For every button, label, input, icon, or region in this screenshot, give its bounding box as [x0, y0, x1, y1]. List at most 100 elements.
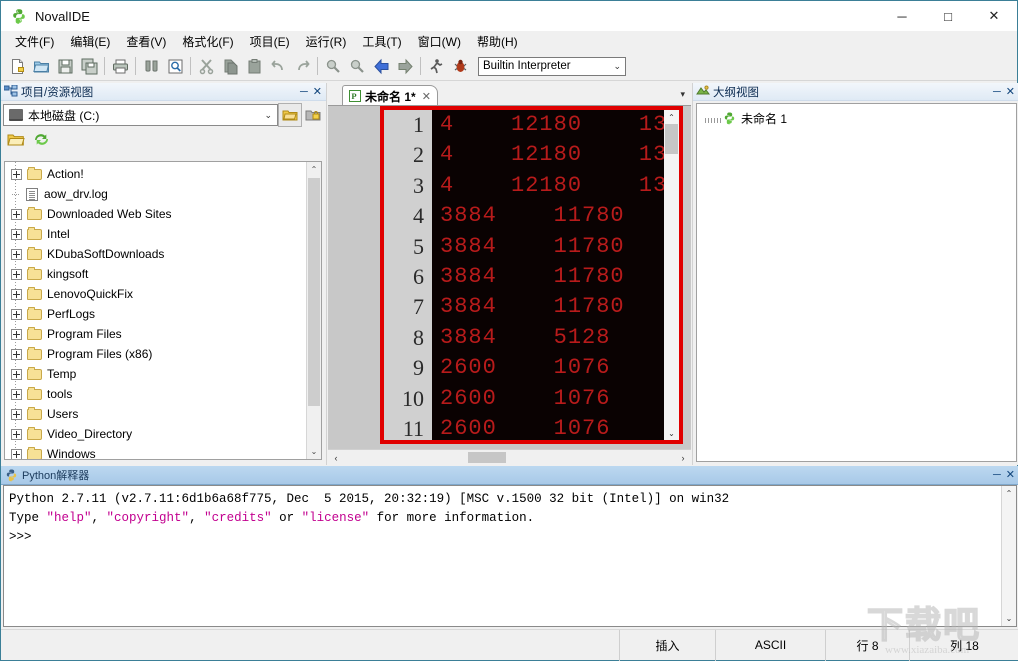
scroll-right-icon[interactable]: › — [675, 450, 691, 465]
expand-plus-icon[interactable] — [11, 288, 22, 300]
save-icon[interactable] — [53, 54, 77, 78]
paste-icon[interactable] — [242, 54, 266, 78]
interpreter-select[interactable]: Builtin Interpreter ⌄ — [478, 56, 626, 76]
redo-icon[interactable] — [290, 54, 314, 78]
outline-item-label: 未命名 1 — [741, 111, 788, 126]
find-icon[interactable] — [139, 54, 163, 78]
outline-item-untitled-1[interactable]: 未命名 1 — [697, 108, 1016, 128]
tree-item-temp[interactable]: Temp — [5, 364, 321, 384]
expand-plus-icon[interactable] — [11, 388, 22, 400]
tree-item-lenovoquickfix[interactable]: LenovoQuickFix — [5, 284, 321, 304]
expand-plus-icon[interactable] — [11, 448, 22, 459]
tree-item-kingsoft[interactable]: kingsoft — [5, 264, 321, 284]
drive-select[interactable]: 本地磁盘 (C:) ⌄ — [3, 104, 278, 126]
scroll-down-icon[interactable]: ⌄ — [1002, 611, 1016, 626]
close-button[interactable]: ✕ — [971, 1, 1017, 31]
panel-minimize-button[interactable]: ─ — [300, 86, 308, 97]
tree-vertical-scrollbar[interactable]: ⌃ ⌄ — [306, 162, 321, 459]
panel-close-button[interactable]: ✕ — [1006, 86, 1015, 97]
menu-view[interactable]: 查看(V) — [118, 31, 174, 52]
expand-plus-icon[interactable] — [11, 168, 22, 180]
tree-item-tools[interactable]: tools — [5, 384, 321, 404]
run-icon[interactable] — [424, 54, 448, 78]
console-string: "copyright" — [106, 511, 190, 525]
new-file-icon[interactable] — [5, 54, 29, 78]
tree-item-users[interactable]: Users — [5, 404, 321, 424]
scroll-left-icon[interactable]: ‹ — [328, 450, 344, 465]
file-tree[interactable]: Action! aow_drv.log Downloaded Web Sites — [4, 161, 322, 460]
editor-tab-untitled-1[interactable]: P 未命名 1* ✕ — [342, 85, 438, 106]
tree-item-aow-drv-log[interactable]: aow_drv.log — [5, 184, 321, 204]
menu-window[interactable]: 窗口(W) — [410, 31, 469, 52]
expand-plus-icon[interactable] — [11, 308, 22, 320]
console-output[interactable]: Python 2.7.11 (v2.7.11:6d1b6a68f775, Dec… — [3, 485, 1017, 627]
console-prompt[interactable]: >>> — [4, 528, 1016, 547]
copy-icon[interactable] — [218, 54, 242, 78]
menu-run[interactable]: 运行(R) — [298, 31, 355, 52]
maximize-button[interactable]: □ — [925, 1, 971, 31]
tree-item-video-directory[interactable]: Video_Directory — [5, 424, 321, 444]
minimize-button[interactable]: ─ — [879, 1, 925, 31]
menu-edit[interactable]: 编辑(E) — [62, 31, 118, 52]
menu-tools[interactable]: 工具(T) — [354, 31, 409, 52]
console-string: "license" — [301, 511, 370, 525]
menu-format[interactable]: 格式化(F) — [174, 31, 241, 52]
open-folder-icon[interactable] — [29, 54, 53, 78]
scrollbar-thumb[interactable] — [308, 178, 320, 406]
python-snake-icon — [723, 111, 736, 125]
cut-icon[interactable] — [194, 54, 218, 78]
menu-file[interactable]: 文件(F) — [7, 31, 62, 52]
status-encoding: ASCII — [715, 629, 825, 661]
expand-plus-icon[interactable] — [11, 208, 22, 220]
panel-minimize-button[interactable]: ─ — [993, 470, 1001, 481]
scroll-up-icon[interactable]: ⌃ — [1002, 486, 1016, 501]
debug-bug-icon[interactable] — [448, 54, 472, 78]
tree-item-kdubasoftdownloads[interactable]: KDubaSoftDownloads — [5, 244, 321, 264]
tree-item-program-files[interactable]: Program Files — [5, 324, 321, 344]
forward-arrow-icon[interactable] — [393, 54, 417, 78]
tree-item-downloaded-web-sites[interactable]: Downloaded Web Sites — [5, 204, 321, 224]
folder-lock-icon[interactable] — [302, 104, 324, 126]
console-vertical-scrollbar[interactable]: ⌃ ⌄ — [1001, 486, 1016, 626]
back-arrow-icon[interactable] — [369, 54, 393, 78]
expand-plus-icon[interactable] — [11, 328, 22, 340]
scroll-up-icon[interactable]: ⌃ — [307, 162, 321, 177]
expand-plus-icon[interactable] — [11, 228, 22, 240]
panel-close-button[interactable]: ✕ — [313, 86, 322, 97]
tree-item-program-files-x86[interactable]: Program Files (x86) — [5, 344, 321, 364]
panel-minimize-button[interactable]: ─ — [993, 86, 1001, 97]
scroll-down-icon[interactable]: ⌄ — [307, 444, 321, 459]
close-icon[interactable]: ✕ — [422, 90, 431, 103]
expand-plus-icon[interactable] — [11, 408, 22, 420]
folder-yellow-icon[interactable] — [278, 103, 302, 127]
expand-plus-icon[interactable] — [11, 368, 22, 380]
expand-plus-icon[interactable] — [11, 348, 22, 360]
tree-item-intel[interactable]: Intel — [5, 224, 321, 244]
scrollbar-thumb[interactable] — [468, 452, 506, 463]
console-title: Python解释器 — [22, 470, 90, 482]
menu-help[interactable]: 帮助(H) — [469, 31, 526, 52]
refresh-icon[interactable] — [33, 132, 50, 150]
open-folder-icon[interactable] — [7, 132, 25, 150]
zoom-out-icon[interactable] — [321, 54, 345, 78]
tree-item-label: kingsoft — [47, 267, 89, 281]
menu-project[interactable]: 项目(E) — [242, 31, 298, 52]
zoom-in-icon[interactable] — [345, 54, 369, 78]
expand-plus-icon[interactable] — [11, 268, 22, 280]
print-icon[interactable] — [108, 54, 132, 78]
console-text: or — [271, 511, 302, 525]
tree-item-label: Temp — [47, 367, 77, 381]
expand-plus-icon[interactable] — [11, 428, 22, 440]
save-all-icon[interactable] — [77, 54, 101, 78]
undo-icon[interactable] — [266, 54, 290, 78]
editor-horizontal-scrollbar[interactable]: ‹ › — [328, 449, 691, 465]
panel-close-button[interactable]: ✕ — [1006, 470, 1015, 481]
tree-item-windows[interactable]: Windows — [5, 444, 321, 459]
tab-list-menu-icon[interactable]: ▾ — [680, 89, 685, 100]
find-replace-icon[interactable] — [163, 54, 187, 78]
outline-tree[interactable]: 未命名 1 — [696, 103, 1017, 462]
expand-plus-icon[interactable] — [11, 248, 22, 260]
tree-item-action[interactable]: Action! — [5, 164, 321, 184]
folder-icon — [27, 367, 42, 380]
tree-item-perflogs[interactable]: PerfLogs — [5, 304, 321, 324]
